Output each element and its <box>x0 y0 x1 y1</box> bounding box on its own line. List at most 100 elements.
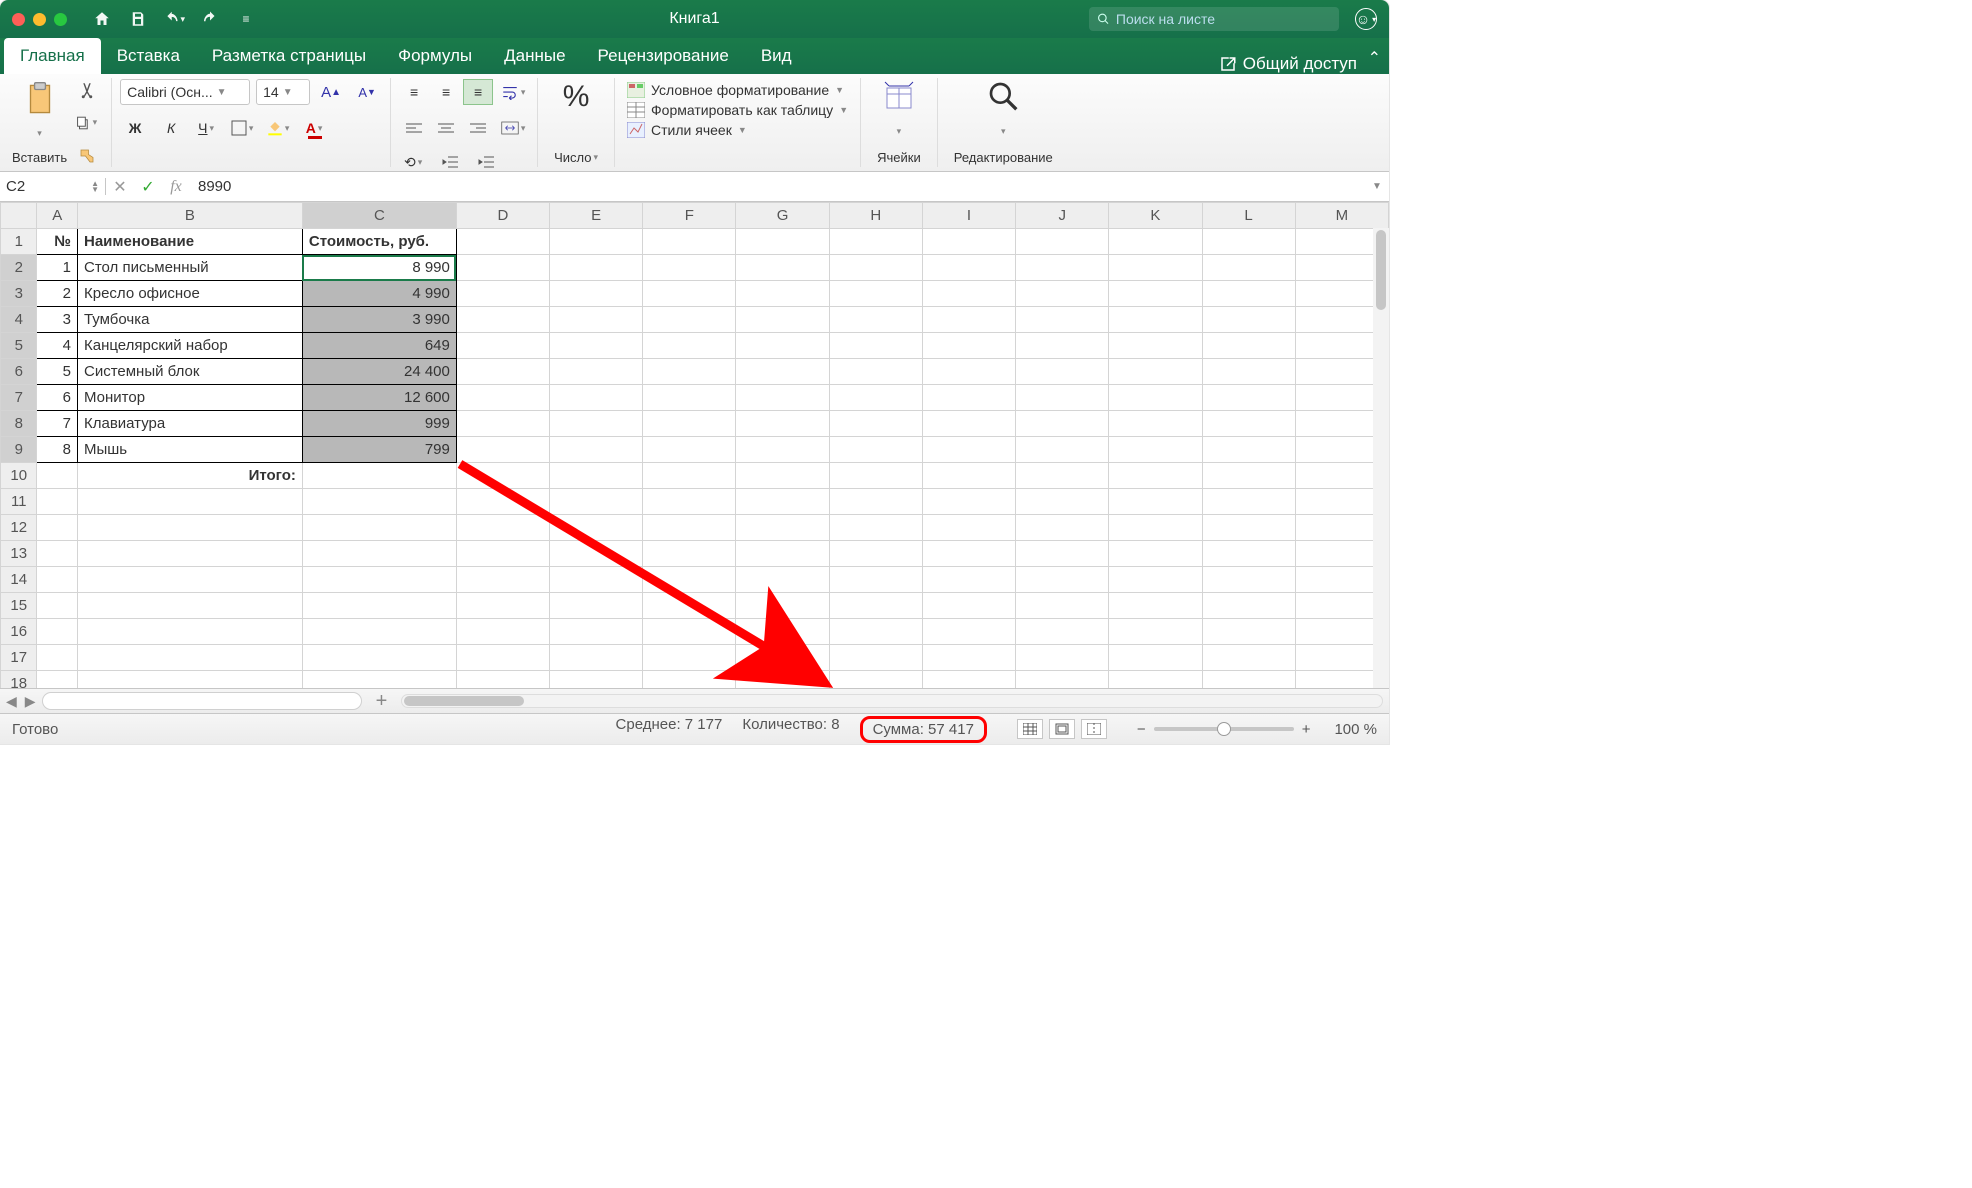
cell-D12[interactable] <box>456 515 549 541</box>
cell-D1[interactable] <box>456 229 549 255</box>
cell-G18[interactable] <box>736 671 829 689</box>
cells-button[interactable]: ▾ Ячейки <box>869 78 929 167</box>
cell-A15[interactable] <box>37 593 78 619</box>
column-header-F[interactable]: F <box>643 203 736 229</box>
font-color-button[interactable]: A▾ <box>300 114 330 142</box>
conditional-formatting-button[interactable]: Условное форматирование▼ <box>627 82 848 98</box>
column-header-H[interactable]: H <box>829 203 922 229</box>
tab-data[interactable]: Данные <box>488 38 581 74</box>
decrease-font-icon[interactable]: A▼ <box>352 78 382 106</box>
cell-G6[interactable] <box>736 359 829 385</box>
cell-H6[interactable] <box>829 359 922 385</box>
cell-K11[interactable] <box>1109 489 1202 515</box>
cell-C9[interactable]: 799 <box>302 437 456 463</box>
cell-L8[interactable] <box>1202 411 1295 437</box>
cell-D18[interactable] <box>456 671 549 689</box>
cell-G8[interactable] <box>736 411 829 437</box>
cell-J5[interactable] <box>1016 333 1109 359</box>
column-header-C[interactable]: C <box>302 203 456 229</box>
cell-A10[interactable] <box>37 463 78 489</box>
cell-F17[interactable] <box>643 645 736 671</box>
cell-A4[interactable]: 3 <box>37 307 78 333</box>
cancel-formula-icon[interactable]: ✕ <box>106 177 134 197</box>
cell-J10[interactable] <box>1016 463 1109 489</box>
cell-I11[interactable] <box>922 489 1015 515</box>
cell-B8[interactable]: Клавиатура <box>77 411 302 437</box>
cell-C12[interactable] <box>302 515 456 541</box>
cell-F16[interactable] <box>643 619 736 645</box>
merge-cells-icon[interactable]: ▾ <box>499 114 529 142</box>
cell-A18[interactable] <box>37 671 78 689</box>
cell-K7[interactable] <box>1109 385 1202 411</box>
cell-J1[interactable] <box>1016 229 1109 255</box>
cell-F18[interactable] <box>643 671 736 689</box>
cell-K18[interactable] <box>1109 671 1202 689</box>
row-header-8[interactable]: 8 <box>1 411 37 437</box>
column-header-L[interactable]: L <box>1202 203 1295 229</box>
cell-D7[interactable] <box>456 385 549 411</box>
cell-G10[interactable] <box>736 463 829 489</box>
row-header-12[interactable]: 12 <box>1 515 37 541</box>
cell-B17[interactable] <box>77 645 302 671</box>
zoom-in-button[interactable]: + <box>1302 721 1311 738</box>
cell-D14[interactable] <box>456 567 549 593</box>
cell-C18[interactable] <box>302 671 456 689</box>
bold-button[interactable]: Ж <box>120 114 150 142</box>
cell-I15[interactable] <box>922 593 1015 619</box>
cell-G9[interactable] <box>736 437 829 463</box>
cell-E18[interactable] <box>550 671 643 689</box>
cell-C4[interactable]: 3 990 <box>302 307 456 333</box>
cell-I12[interactable] <box>922 515 1015 541</box>
cell-G14[interactable] <box>736 567 829 593</box>
cell-J14[interactable] <box>1016 567 1109 593</box>
close-window-button[interactable] <box>12 13 25 26</box>
cell-A3[interactable]: 2 <box>37 281 78 307</box>
align-center-icon[interactable] <box>431 115 461 141</box>
row-header-13[interactable]: 13 <box>1 541 37 567</box>
zoom-slider[interactable]: − + <box>1137 721 1311 738</box>
cell-D4[interactable] <box>456 307 549 333</box>
cell-J2[interactable] <box>1016 255 1109 281</box>
cell-A6[interactable]: 5 <box>37 359 78 385</box>
cell-H4[interactable] <box>829 307 922 333</box>
cell-B3[interactable]: Кресло офисное <box>77 281 302 307</box>
cell-D17[interactable] <box>456 645 549 671</box>
vertical-scrollbar[interactable] <box>1373 228 1389 688</box>
cell-H1[interactable] <box>829 229 922 255</box>
redo-icon[interactable] <box>199 8 221 30</box>
cell-J12[interactable] <box>1016 515 1109 541</box>
align-right-icon[interactable] <box>463 115 493 141</box>
column-header-K[interactable]: K <box>1109 203 1202 229</box>
cell-L3[interactable] <box>1202 281 1295 307</box>
cell-G5[interactable] <box>736 333 829 359</box>
orientation-icon[interactable]: ⟲▾ <box>399 148 429 176</box>
cell-A16[interactable] <box>37 619 78 645</box>
cell-G15[interactable] <box>736 593 829 619</box>
column-header-J[interactable]: J <box>1016 203 1109 229</box>
cell-G4[interactable] <box>736 307 829 333</box>
cell-F6[interactable] <box>643 359 736 385</box>
row-header-9[interactable]: 9 <box>1 437 37 463</box>
cell-K15[interactable] <box>1109 593 1202 619</box>
cell-K1[interactable] <box>1109 229 1202 255</box>
cell-C8[interactable]: 999 <box>302 411 456 437</box>
cell-K2[interactable] <box>1109 255 1202 281</box>
cell-E12[interactable] <box>550 515 643 541</box>
cell-E14[interactable] <box>550 567 643 593</box>
cell-L9[interactable] <box>1202 437 1295 463</box>
cell-E8[interactable] <box>550 411 643 437</box>
cell-A7[interactable]: 6 <box>37 385 78 411</box>
cell-B16[interactable] <box>77 619 302 645</box>
cell-I8[interactable] <box>922 411 1015 437</box>
cell-C10[interactable] <box>302 463 456 489</box>
cell-C15[interactable] <box>302 593 456 619</box>
cell-B14[interactable] <box>77 567 302 593</box>
insert-function-icon[interactable]: fx <box>162 178 190 196</box>
row-header-2[interactable]: 2 <box>1 255 37 281</box>
cell-H15[interactable] <box>829 593 922 619</box>
cell-I14[interactable] <box>922 567 1015 593</box>
row-header-18[interactable]: 18 <box>1 671 37 689</box>
cell-D15[interactable] <box>456 593 549 619</box>
cell-E16[interactable] <box>550 619 643 645</box>
cell-F13[interactable] <box>643 541 736 567</box>
